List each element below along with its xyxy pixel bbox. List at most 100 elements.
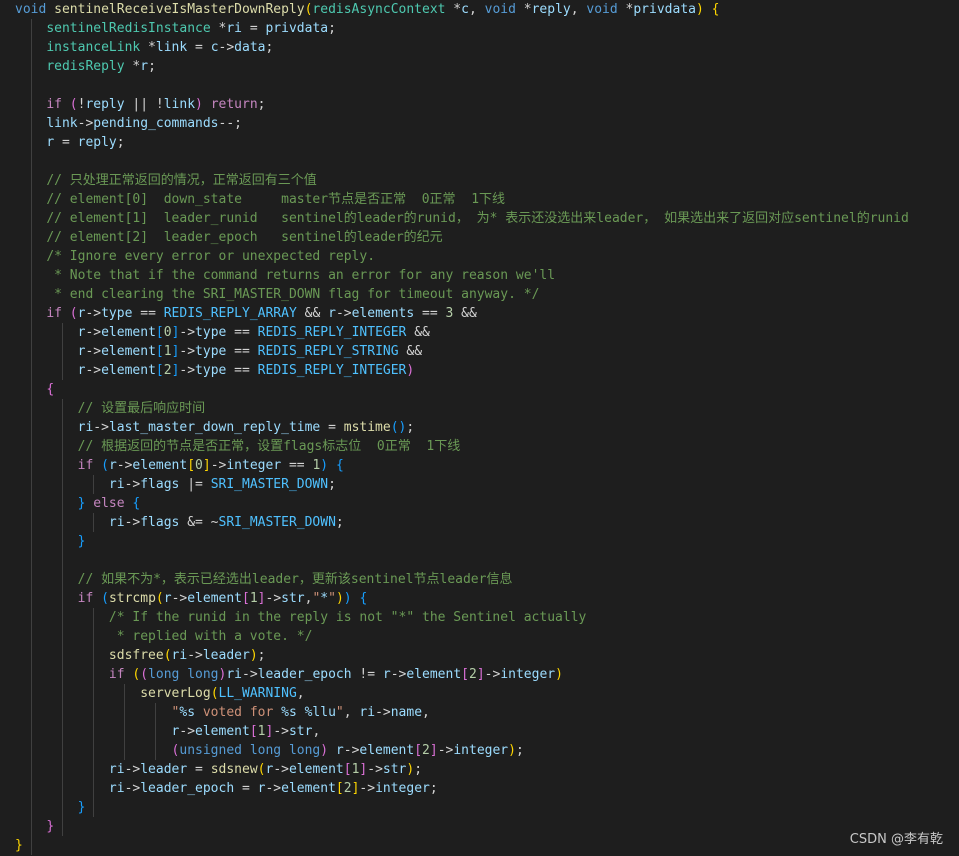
code-token: reply [85, 97, 125, 112]
code-token: sentinelReceiveIsMasterDownReply [54, 2, 305, 17]
code-token: { [46, 382, 55, 397]
code-token: ) [508, 743, 516, 758]
code-line[interactable]: if (!reply || !link) return; [15, 95, 265, 114]
code-line[interactable]: // element[0] down_state master节点是否正常 0正… [15, 190, 505, 209]
code-token: 2 [343, 781, 352, 796]
code-editor[interactable]: void sentinelReceiveIsMasterDownReply(re… [0, 0, 959, 856]
code-line[interactable]: * end clearing the SRI_MASTER_DOWN flag … [15, 285, 539, 304]
code-token: -> [179, 325, 196, 340]
code-token: if [108, 667, 125, 682]
code-token: -> [171, 591, 188, 606]
code-token: 2 [469, 667, 477, 682]
code-line[interactable]: /* If the runid in the reply is not "*" … [15, 608, 586, 627]
code-line[interactable]: /* Ignore every error or unexpected repl… [15, 247, 375, 266]
code-token: r [328, 306, 336, 321]
code-token: // 如果不为*，表示已经选出leader，更新该sentinel节点leade… [77, 572, 513, 587]
code-token: SRI_MASTER_DOWN [210, 477, 329, 492]
code-line[interactable]: // 根据返回的节点是否正常，设置flags标志位 0正常 1下线 [15, 437, 461, 456]
code-token: %s [281, 705, 297, 720]
code-line[interactable]: } [15, 798, 86, 817]
code-line[interactable]: ri->flags &= ~SRI_MASTER_DOWN; [15, 513, 344, 532]
code-line[interactable]: sentinelRedisInstance *ri = privdata; [15, 19, 336, 38]
code-token: c [210, 40, 219, 55]
code-line[interactable]: } [15, 817, 54, 836]
code-line[interactable]: "%s voted for %s %llu", ri->name, [15, 703, 430, 722]
code-token: element [101, 363, 156, 378]
code-token: void [586, 2, 618, 17]
code-line[interactable]: r = reply; [15, 133, 124, 152]
code-token: type [101, 306, 133, 321]
code-line[interactable]: // 如果不为*，表示已经选出leader，更新该sentinel节点leade… [15, 570, 513, 589]
code-line[interactable]: if (r->element[0]->integer == 1) { [15, 456, 344, 475]
code-line[interactable]: if ((long long)ri->leader_epoch != r->el… [15, 665, 563, 684]
code-line[interactable]: (unsigned long long) r->element[2]->inte… [15, 741, 524, 760]
code-line[interactable]: ri->flags |= SRI_MASTER_DOWN; [15, 475, 336, 494]
code-token: flags [140, 477, 180, 492]
code-token: 2 [422, 743, 430, 758]
code-line[interactable]: } [15, 836, 23, 855]
code-token: reply [531, 2, 571, 17]
code-token: type [195, 325, 227, 340]
code-token: ; [406, 420, 415, 435]
code-line[interactable]: // element[1] leader_runid sentinel的lead… [15, 209, 909, 228]
code-token: long long [148, 667, 219, 682]
code-token: REDIS_REPLY_STRING [257, 344, 399, 359]
code-line[interactable]: // element[2] leader_epoch sentinel的lead… [15, 228, 442, 247]
code-line[interactable]: ri->leader = sdsnew(r->element[1]->str); [15, 760, 422, 779]
code-token: () [390, 420, 407, 435]
code-token: ( [155, 591, 164, 606]
code-line[interactable]: ri->leader_epoch = r->element[2]->intege… [15, 779, 438, 798]
code-token: return [210, 97, 258, 112]
code-token: sdsnew [210, 762, 258, 777]
code-line[interactable]: r->element[2]->type == REDIS_REPLY_INTEG… [15, 361, 415, 380]
code-token: * [210, 21, 227, 36]
code-token: = [320, 420, 344, 435]
code-token: -> [242, 667, 258, 682]
code-line[interactable]: r->element[0]->type == REDIS_REPLY_INTEG… [15, 323, 430, 342]
code-token: pending_commands [93, 116, 219, 131]
code-line[interactable]: } else { [15, 494, 141, 513]
code-line[interactable]: redisReply *r; [15, 57, 156, 76]
code-line[interactable]: sdsfree(ri->leader); [15, 646, 266, 665]
code-token: -> [93, 420, 109, 435]
code-token: = [187, 762, 211, 777]
code-token: == [281, 458, 313, 473]
code-line[interactable]: void sentinelReceiveIsMasterDownReply(re… [15, 0, 719, 19]
code-token: integer [500, 667, 556, 682]
code-line[interactable]: if (r->type == REDIS_REPLY_ARRAY && r->e… [15, 304, 477, 323]
code-line[interactable]: ri->last_master_down_reply_time = mstime… [15, 418, 415, 437]
code-line[interactable]: // 只处理正常返回的情况，正常返回有三个值 [15, 171, 316, 190]
code-token: ri [171, 648, 188, 663]
code-line[interactable]: serverLog(LL_WARNING, [15, 684, 305, 703]
code-line[interactable]: * replied with a vote. */ [15, 627, 313, 646]
code-token: c [461, 2, 469, 17]
code-line[interactable]: r->element[1]->str, [15, 722, 321, 741]
code-token: // 设置最后响应时间 [77, 401, 206, 416]
code-token: , [422, 705, 430, 720]
code-line[interactable]: r->element[1]->type == REDIS_REPLY_STRIN… [15, 342, 422, 361]
code-token: [ [242, 591, 250, 606]
code-token: [ [155, 363, 164, 378]
code-token: name [390, 705, 423, 720]
code-line[interactable]: link->pending_commands--; [15, 114, 242, 133]
code-line[interactable]: if (strcmp(r->element[1]->str,"*")) { [15, 589, 368, 608]
code-line[interactable]: { [15, 380, 54, 399]
code-token: ( [69, 306, 78, 321]
code-line[interactable]: } [15, 532, 86, 551]
code-line[interactable]: * Note that if the command returns an er… [15, 266, 555, 285]
code-token: , [296, 686, 305, 701]
code-token: " [328, 591, 336, 606]
code-token: |= [179, 477, 211, 492]
code-token: || ! [124, 97, 164, 112]
code-line[interactable]: instanceLink *link = c->data; [15, 38, 273, 57]
code-line[interactable]: // 设置最后响应时间 [15, 399, 205, 418]
